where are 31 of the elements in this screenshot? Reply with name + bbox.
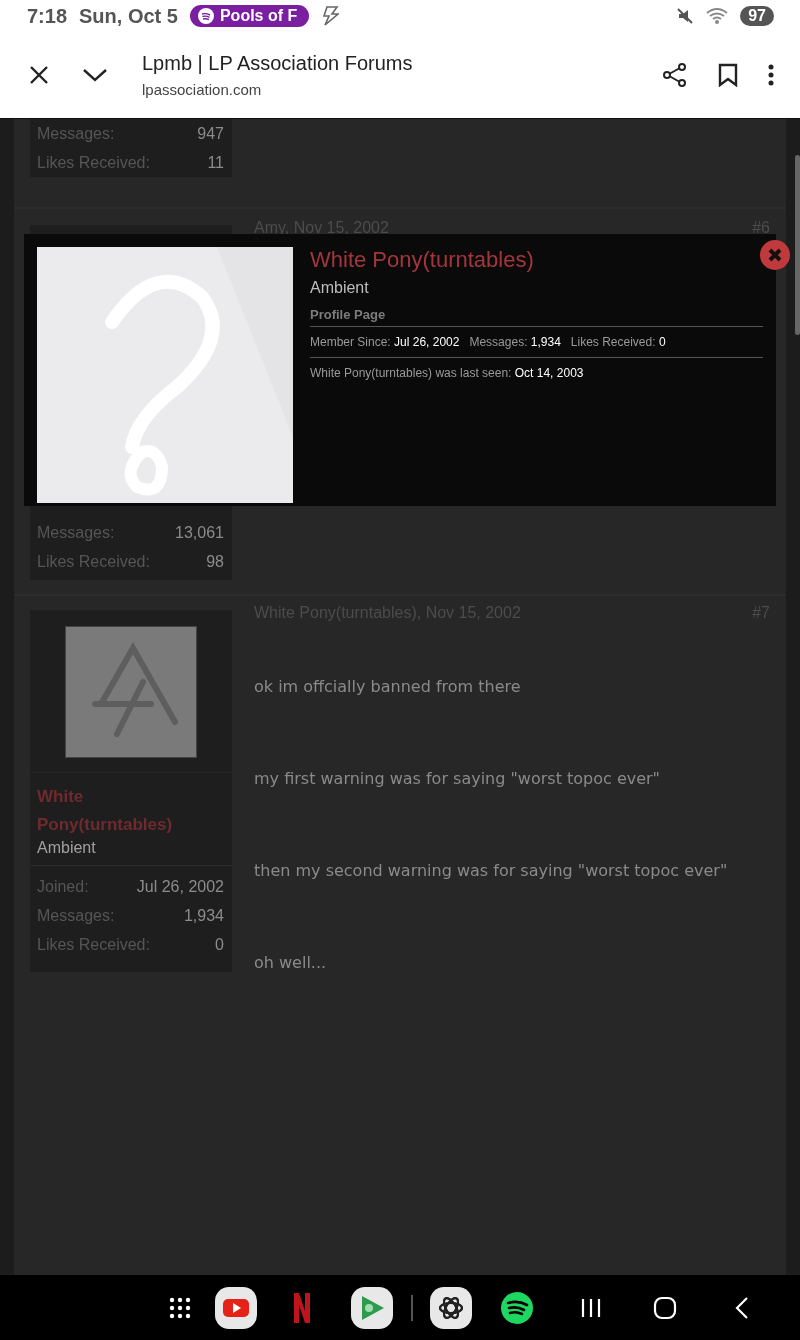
wifi-icon [706, 7, 729, 25]
stat-value: 1,934 [183, 906, 224, 925]
clock-time: 7:18 [27, 4, 68, 28]
username-link[interactable]: White Pony(turntables) [37, 783, 187, 839]
mute-icon [676, 7, 695, 25]
post-text: ok im offcially banned from there [254, 677, 522, 696]
sound-waves-icon [197, 8, 214, 24]
member-stat: Messages: 1,934 [469, 335, 561, 349]
stat-value: 98 [206, 552, 224, 571]
stat-value: 13,061 [175, 523, 224, 542]
last-seen-text: White Pony(turntables) was last seen: Oct 14, 2003 [310, 366, 584, 380]
stat-value: 0 [215, 935, 224, 954]
member-stat: Likes Received: 0 [570, 335, 666, 349]
stat-value: Jul 26, 2002 [136, 877, 224, 896]
profile-page-link[interactable]: Profile Page [310, 307, 763, 327]
post-text: then my second warning was for saying "worst topoc ever" [254, 861, 729, 880]
member-name-link[interactable]: White Pony(turntables) [310, 247, 763, 273]
media-pill[interactable]: Pools of F [189, 5, 310, 27]
page-url: lpassociation.com [142, 81, 263, 98]
bolt-icon [321, 6, 340, 26]
scrollbar[interactable] [795, 155, 800, 335]
battery-level: 97 [740, 6, 774, 26]
member-stat: Member Since: Jul 26, 2002 [310, 335, 460, 349]
post-text: oh well... [254, 953, 328, 972]
user-title: Ambient [37, 839, 97, 857]
stat-value: 947 [197, 124, 224, 143]
status-date: Sun, Oct 5 [79, 4, 178, 28]
page-title: Lpmb | LP Association Forums [142, 52, 414, 75]
post-text: my first warning was for saying "worst topoc ever" [254, 769, 661, 788]
member-title: Ambient [310, 279, 370, 297]
stat-value: 11 [207, 153, 224, 172]
